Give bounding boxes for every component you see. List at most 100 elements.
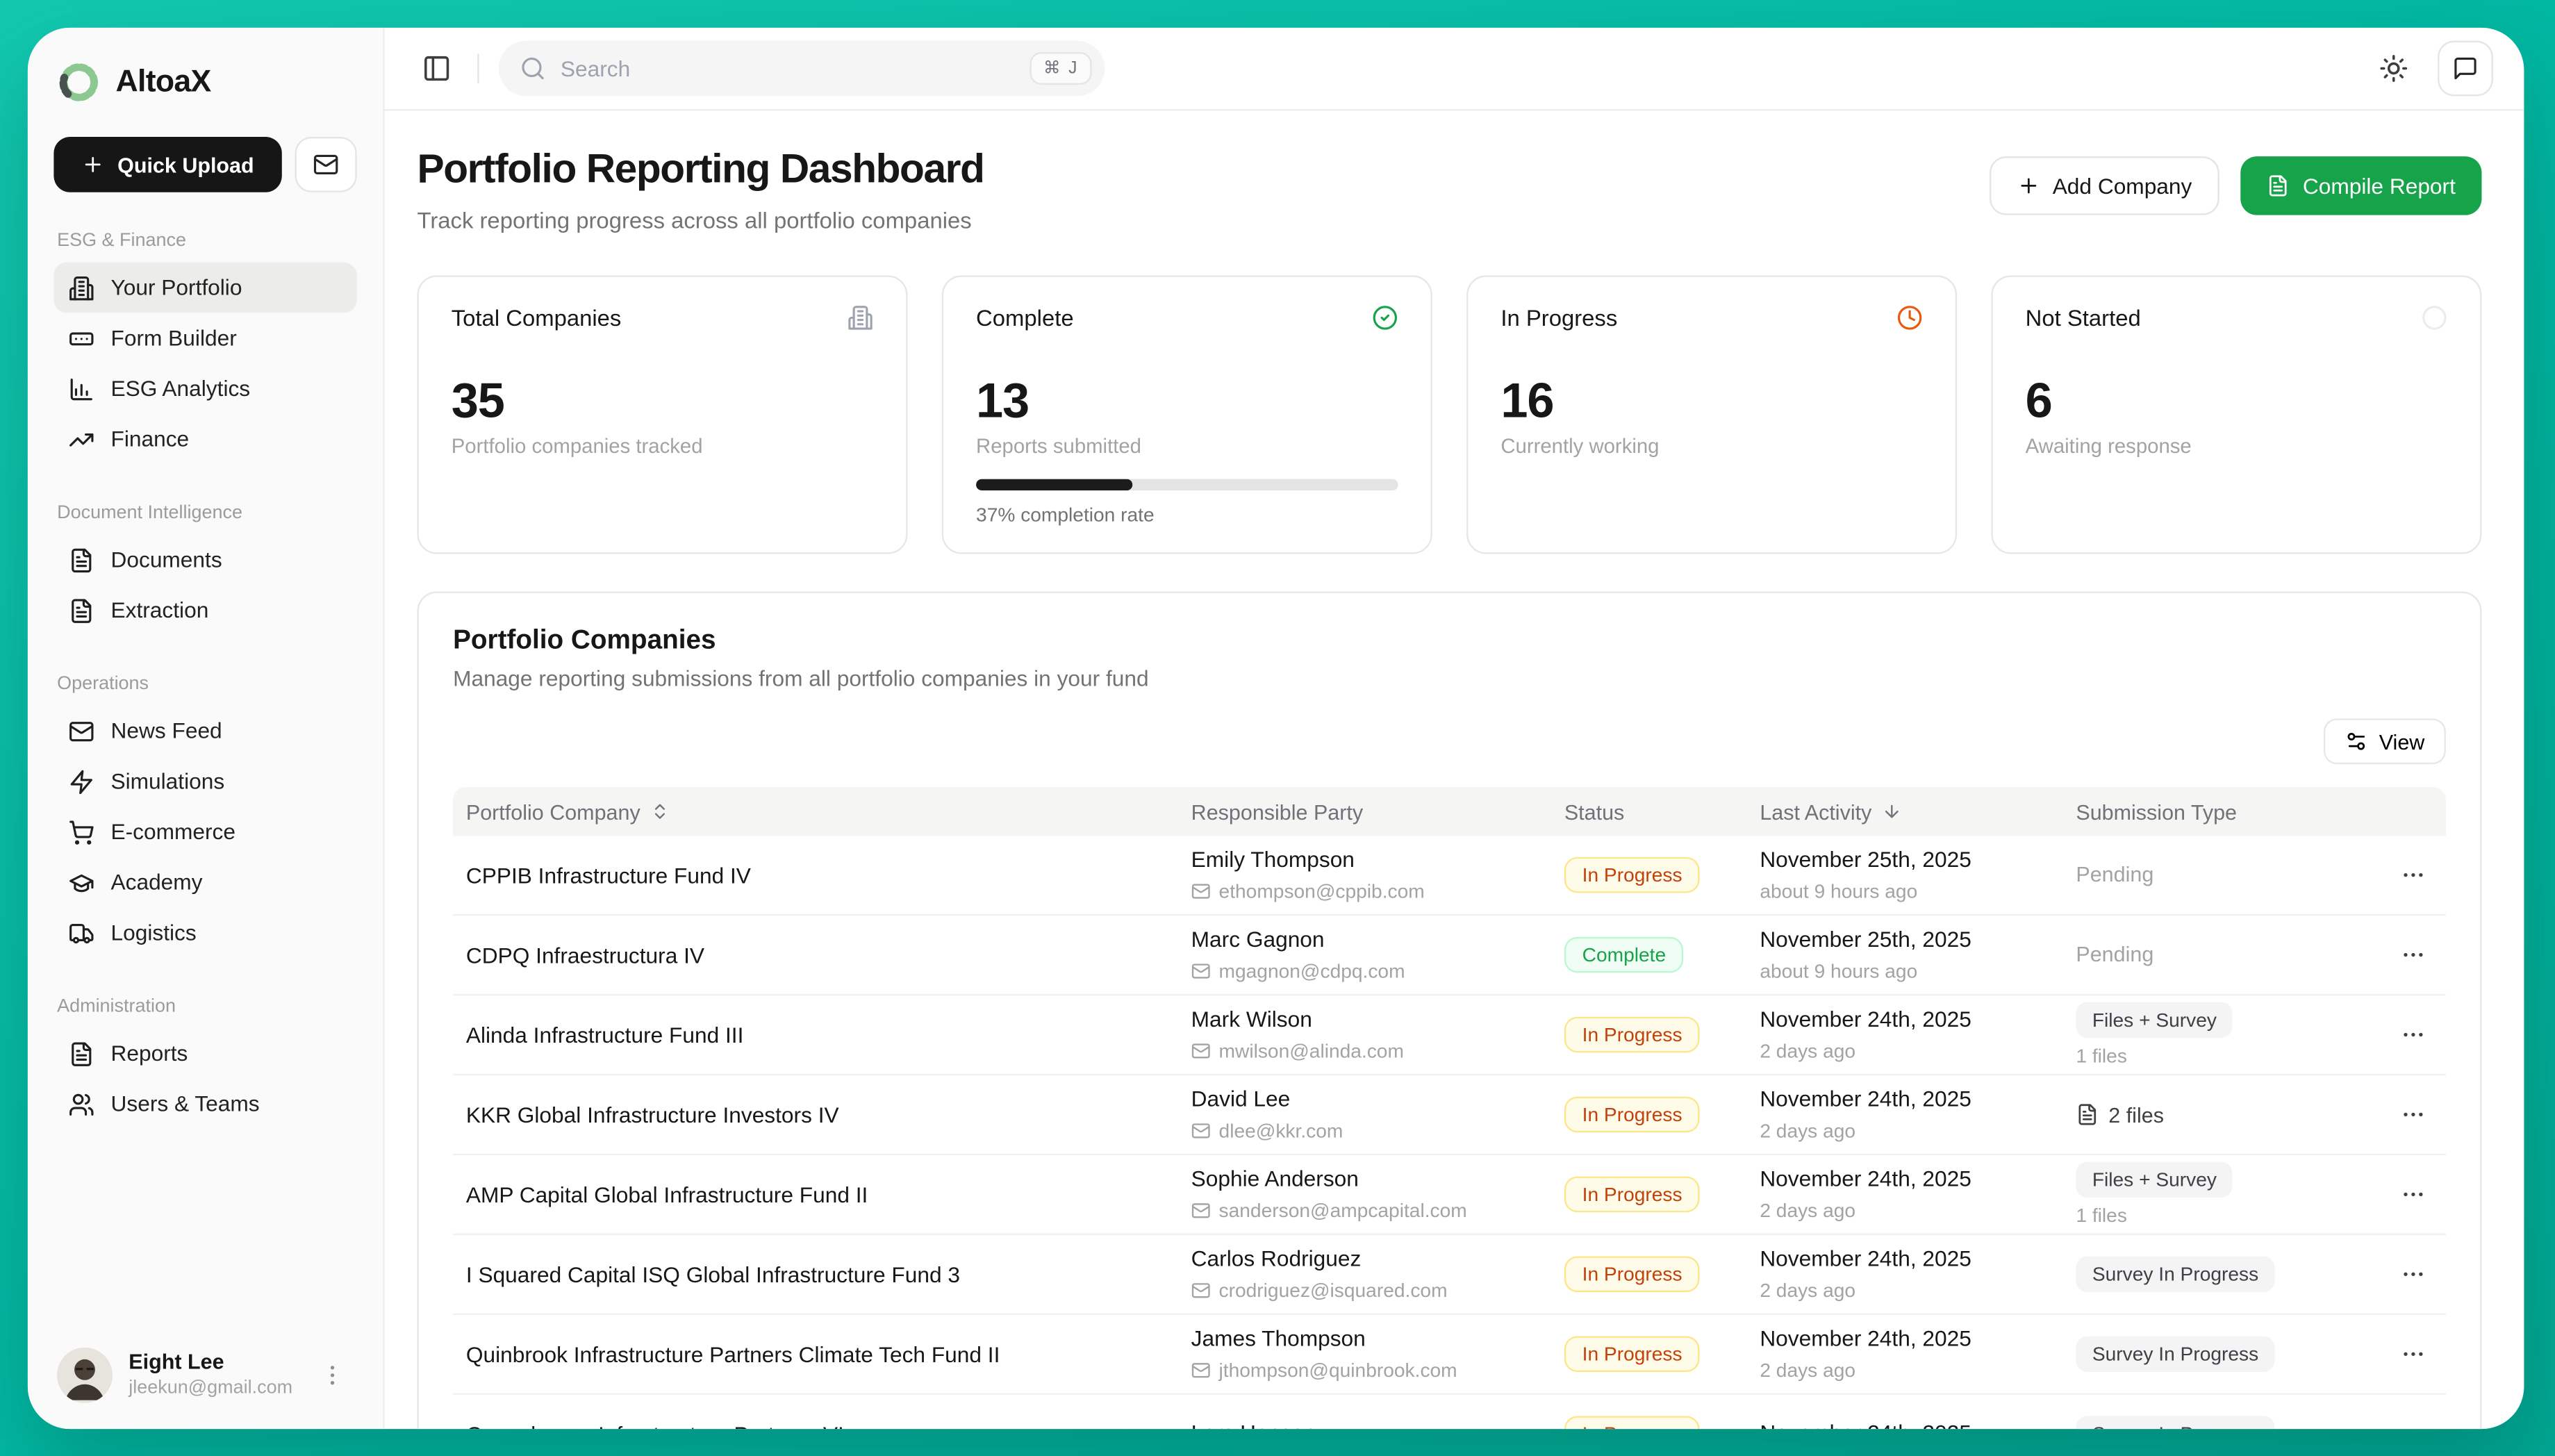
- sidebar-item-simulations[interactable]: Simulations: [53, 756, 356, 806]
- row-actions-button[interactable]: [2394, 935, 2433, 974]
- responsible-email: dlee@kkr.com: [1219, 1120, 1343, 1143]
- section-label: Document Intelligence: [57, 504, 357, 523]
- row-actions-button[interactable]: [2394, 1255, 2433, 1293]
- form-input-icon: [69, 325, 95, 351]
- responsible-name: Emily Thompson: [1191, 847, 1564, 874]
- responsible-name: Lars Hansen: [1191, 1421, 1564, 1429]
- submission-type: Pending: [2076, 862, 2153, 886]
- sidebar-item-users-teams[interactable]: Users & Teams: [53, 1079, 356, 1130]
- stat-caption: Awaiting response: [2026, 435, 2448, 458]
- sun-icon: [2379, 53, 2408, 83]
- inbox-button[interactable]: [295, 137, 357, 192]
- sliders-icon: [2345, 730, 2368, 753]
- plus-icon: [2017, 174, 2040, 197]
- stat-value: 13: [976, 375, 1398, 431]
- sidebar-item-label: News Feed: [111, 718, 222, 743]
- page-subtitle: Track reporting progress across all port…: [417, 207, 984, 233]
- avatar: [57, 1348, 113, 1403]
- graduation-cap-icon: [69, 869, 95, 895]
- sidebar-item-academy[interactable]: Academy: [53, 857, 356, 908]
- row-actions-button[interactable]: [2394, 1414, 2433, 1429]
- dots-vertical-icon: [319, 1362, 345, 1389]
- view-options-button[interactable]: View: [2324, 718, 2446, 764]
- sidebar-item-label: Documents: [111, 547, 222, 572]
- section-label: Administration: [57, 998, 357, 1017]
- last-activity-date: November 25th, 2025: [1760, 927, 2076, 953]
- submission-files-count: 1 files: [2076, 1204, 2379, 1227]
- row-actions-button[interactable]: [2394, 1015, 2433, 1054]
- stat-title: Complete: [976, 305, 1074, 331]
- dots-horizontal-icon: [2400, 1341, 2426, 1367]
- portfolio-companies-card: Portfolio Companies Manage reporting sub…: [417, 591, 2481, 1429]
- submission-type-badge: Survey In Progress: [2076, 1336, 2274, 1372]
- last-activity-relative: about 9 hours ago: [1760, 880, 2076, 903]
- search-input[interactable]: Search ⌘ J: [499, 41, 1105, 97]
- sidebar-item-logistics[interactable]: Logistics: [53, 908, 356, 959]
- file-text-icon: [69, 1041, 95, 1067]
- theme-toggle-button[interactable]: [2372, 47, 2415, 90]
- last-activity-date: November 24th, 2025: [1760, 1166, 2076, 1193]
- sidebar-item-form-builder[interactable]: Form Builder: [53, 313, 356, 363]
- user-menu-button[interactable]: [309, 1361, 355, 1390]
- responsible-email: crodriguez@isquared.com: [1219, 1280, 1448, 1302]
- check-circle-icon: [1372, 305, 1398, 331]
- responsible-name: David Lee: [1191, 1086, 1564, 1113]
- sidebar-item-extraction[interactable]: Extraction: [53, 585, 356, 636]
- divider: [477, 53, 479, 83]
- row-actions-button[interactable]: [2394, 1334, 2433, 1373]
- sidebar-item-e-commerce[interactable]: E-commerce: [53, 806, 356, 857]
- sidebar-item-label: Finance: [111, 427, 190, 452]
- row-actions-button[interactable]: [2394, 1095, 2433, 1134]
- column-header-last-activity[interactable]: Last Activity: [1760, 800, 2076, 824]
- mail-icon: [1191, 1281, 1211, 1300]
- add-company-label: Add Company: [2053, 174, 2192, 198]
- stat-value: 16: [1500, 375, 1923, 431]
- dots-horizontal-icon: [2400, 1022, 2426, 1048]
- add-company-button[interactable]: Add Company: [1989, 156, 2219, 215]
- shopping-cart-icon: [69, 819, 95, 845]
- last-activity-relative: 2 days ago: [1760, 1280, 2076, 1302]
- company-name: KKR Global Infrastructure Investors IV: [453, 1102, 1191, 1127]
- panel-left-icon: [422, 53, 452, 83]
- quick-upload-label: Quick Upload: [117, 152, 254, 176]
- row-actions-button[interactable]: [2394, 855, 2433, 894]
- sort-icon: [650, 802, 670, 821]
- table-row: Copenhagen Infrastructure Partners VI La…: [453, 1395, 2446, 1429]
- quick-upload-button[interactable]: Quick Upload: [53, 137, 281, 192]
- table-row: CPPIB Infrastructure Fund IV Emily Thomp…: [453, 836, 2446, 916]
- section-label: Operations: [57, 675, 357, 694]
- sidebar-item-label: ESG Analytics: [111, 377, 251, 401]
- feedback-chat-button[interactable]: [2438, 41, 2493, 97]
- compile-report-button[interactable]: Compile Report: [2241, 156, 2482, 215]
- status-badge: In Progress: [1564, 1017, 1701, 1053]
- mail-icon: [1191, 1041, 1211, 1061]
- users-icon: [69, 1091, 95, 1117]
- submission-type-badge: Files + Survey: [2076, 1161, 2233, 1198]
- column-header-portfolio-company[interactable]: Portfolio Company: [453, 800, 1191, 824]
- last-activity-date: November 24th, 2025: [1760, 1421, 2076, 1429]
- sidebar-item-your-portfolio[interactable]: Your Portfolio: [53, 263, 356, 313]
- stat-caption: Portfolio companies tracked: [452, 435, 874, 458]
- column-header-responsible-party: Responsible Party: [1191, 800, 1564, 824]
- sidebar-item-label: Academy: [111, 870, 203, 895]
- dots-horizontal-icon: [2400, 1421, 2426, 1429]
- company-name: AMP Capital Global Infrastructure Fund I…: [453, 1182, 1191, 1207]
- sidebar-item-news-feed[interactable]: News Feed: [53, 706, 356, 756]
- completion-progress-track: [976, 479, 1398, 490]
- arrow-down-icon: [1881, 802, 1901, 821]
- page-content: Portfolio Reporting Dashboard Track repo…: [385, 111, 2524, 1430]
- stat-card-in-progress: In Progress 16 Currently working: [1466, 275, 1957, 554]
- mail-icon: [1191, 882, 1211, 901]
- bar-chart-icon: [69, 376, 95, 402]
- sidebar-item-esg-analytics[interactable]: ESG Analytics: [53, 363, 356, 414]
- sidebar-item-finance[interactable]: Finance: [53, 414, 356, 465]
- circle-icon: [2422, 305, 2448, 331]
- sidebar-toggle-button[interactable]: [415, 47, 458, 90]
- sidebar-item-documents[interactable]: Documents: [53, 534, 356, 585]
- building-icon: [847, 305, 874, 331]
- sidebar-item-reports[interactable]: Reports: [53, 1028, 356, 1079]
- responsible-email: mwilson@alinda.com: [1219, 1040, 1404, 1063]
- responsible-email: mgagnon@cdpq.com: [1219, 960, 1405, 983]
- row-actions-button[interactable]: [2394, 1175, 2433, 1214]
- last-activity-date: November 24th, 2025: [1760, 1007, 2076, 1033]
